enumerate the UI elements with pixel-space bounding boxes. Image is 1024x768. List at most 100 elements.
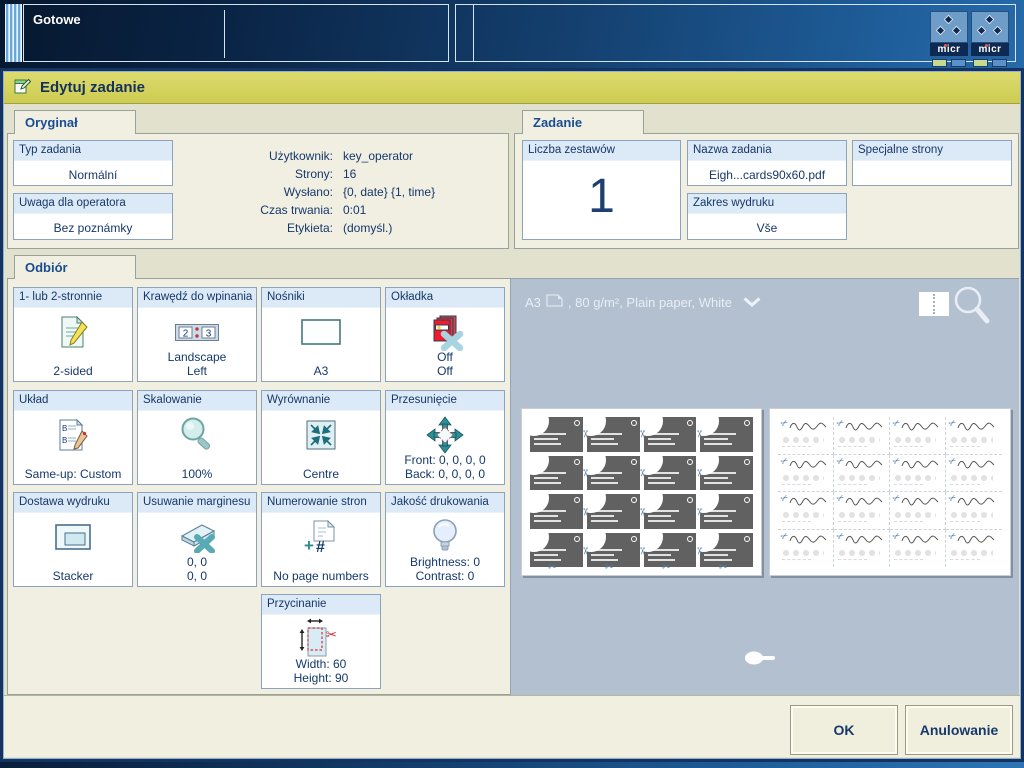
card-text-line — [648, 554, 672, 556]
tile-layout[interactable]: UkładBBSame-up: Custom — [13, 390, 133, 485]
card-text-line — [704, 433, 736, 435]
card-text-line — [704, 510, 736, 512]
card-text-line — [648, 510, 680, 512]
card-text-line — [534, 549, 566, 551]
card-text-line — [591, 477, 615, 479]
led-green-icon — [973, 59, 988, 67]
svg-text:B: B — [62, 424, 67, 433]
shift-icon — [386, 414, 504, 456]
tile-value: Front: 0, 0, 0, 0Back: 0, 0, 0, 0 — [388, 453, 502, 481]
tile-shift[interactable]: PrzesunięcieFront: 0, 0, 0, 0Back: 0, 0,… — [385, 390, 505, 485]
tile-value: 0, 00, 0 — [140, 555, 254, 583]
special-pages-value — [853, 161, 1011, 168]
tile-value: Brightness: 0Contrast: 0 — [388, 555, 502, 583]
ok-button[interactable]: OK — [790, 705, 898, 755]
status-stripes — [5, 4, 22, 62]
tile-print-quality[interactable]: Jakość drukowaniaBrightness: 0Contrast: … — [385, 492, 505, 587]
tile-two-sided[interactable]: 1- lub 2-stronnie2-sided — [13, 287, 133, 382]
card-text-line — [591, 515, 615, 517]
signature-squiggle — [844, 494, 884, 512]
tile-delivery[interactable]: Dostawa wydrukuStacker — [13, 492, 133, 587]
trim-icon: ✂ — [262, 618, 380, 660]
tile-value: Width: 60Height: 90 — [264, 657, 378, 685]
tile-value: Stacker — [16, 569, 130, 583]
tile-value: 2-sided — [16, 364, 130, 378]
info-label: Użytkownik: — [185, 147, 333, 165]
tile-value-line: Height: 90 — [264, 671, 378, 685]
card-text-line — [648, 477, 672, 479]
card-logo-icon — [574, 459, 580, 465]
tile-value-line: 0, 0 — [140, 569, 254, 583]
tile-value: Same-up: Custom — [16, 467, 130, 481]
fold-dash-line — [782, 484, 811, 485]
signature-squiggle — [844, 419, 884, 437]
tile-title: Nazwa zadania — [688, 141, 846, 161]
tile-media[interactable]: NośnikiA3 — [261, 287, 381, 382]
signature-squiggle — [900, 532, 940, 550]
business-card-back: ✂ — [834, 492, 890, 530]
card-text-line — [704, 549, 736, 551]
tile-original-1[interactable]: Uwaga dla operatoraBez poznámky — [13, 193, 173, 240]
perforation-dots — [893, 474, 936, 482]
cut-scissors-icon: ✂ — [693, 508, 703, 516]
info-row: Czas trwania:0:01 — [185, 201, 505, 219]
perforation-dots — [893, 511, 936, 519]
perforation-dots — [949, 474, 993, 482]
cut-scissors-icon: ✂ — [693, 547, 703, 555]
tile-value: 100% — [140, 467, 254, 481]
tile-title: Uwaga dla operatora — [14, 194, 172, 214]
card-text-line — [704, 520, 731, 522]
tile-set-count[interactable]: Liczba zestawów 1 — [522, 140, 681, 240]
tile-print-range[interactable]: Zakres wydruku Vše — [687, 193, 847, 240]
cancel-button[interactable]: Anulowanie — [905, 705, 1013, 755]
tile-job-name[interactable]: Nazwa zadania Eigh...cards90x60.pdf — [687, 140, 847, 186]
card-text-line — [534, 438, 558, 440]
cut-scissors-icon: ✂ — [605, 563, 613, 573]
tile-align[interactable]: WyrównanieCentre — [261, 390, 381, 485]
perforation-dots — [781, 474, 824, 482]
tile-title: Typ zadania — [14, 141, 172, 161]
tile-page-numbers[interactable]: Numerowanie stron+#No page numbers — [261, 492, 381, 587]
magnifier-icon[interactable] — [951, 285, 991, 332]
tile-special-pages[interactable]: Specjalne strony — [852, 140, 1012, 186]
micr-indicator-2[interactable]: micr — [971, 11, 1009, 67]
card-logo-icon — [744, 536, 750, 542]
card-logo-icon — [574, 536, 580, 542]
tab-original[interactable]: Oryginał — [14, 110, 136, 134]
hand-cursor-icon — [743, 649, 777, 672]
tile-cover[interactable]: OkładkaOffOff — [385, 287, 505, 382]
card-text-line — [591, 438, 615, 440]
spread-view-icon[interactable] — [919, 292, 949, 316]
svg-text:2: 2 — [183, 328, 189, 339]
card-logo-icon — [631, 536, 637, 542]
tile-binding-edge[interactable]: Krawędź do wpinania23LandscapeLeft — [137, 287, 257, 382]
micr-indicators: micr micr — [930, 11, 1009, 67]
micr-indicator-1[interactable]: micr — [930, 11, 968, 67]
tile-original-0[interactable]: Typ zadaniaNormální — [13, 140, 173, 186]
card-text-line — [591, 433, 623, 435]
card-text-line — [591, 443, 618, 445]
info-row: Użytkownik:key_operator — [185, 147, 505, 165]
tile-title: Numerowanie stron — [262, 493, 380, 513]
card-text-line — [704, 443, 731, 445]
led-green-icon — [932, 59, 947, 67]
fold-dash-line — [782, 559, 811, 560]
tile-value-line: 2-sided — [16, 364, 130, 378]
fold-dash-line — [838, 521, 867, 522]
tile-scale[interactable]: Skalowanie100% — [137, 390, 257, 485]
card-logo-icon — [687, 497, 693, 503]
tile-value-line: Width: 60 — [264, 657, 378, 671]
business-card-back: ✂ — [778, 530, 834, 568]
media-selector[interactable]: A3 , 80 g/m², Plain paper, White — [525, 294, 761, 310]
tab-job[interactable]: Zadanie — [522, 110, 644, 134]
card-text-line — [648, 559, 675, 561]
job-info-list: Użytkownik:key_operatorStrony:16Wysłano:… — [185, 147, 505, 237]
perforation-dots — [893, 549, 936, 557]
tab-output[interactable]: Odbiór — [14, 255, 136, 279]
cut-scissors-icon: ✂ — [579, 547, 589, 555]
business-card-front — [700, 456, 753, 491]
tile-value-line: Brightness: 0 — [388, 555, 502, 569]
business-card-back: ✂ — [890, 417, 946, 455]
tile-margin-erase[interactable]: Usuwanie marginesu0, 00, 0 — [137, 492, 257, 587]
tile-trim[interactable]: Przycinanie✂Width: 60Height: 90 — [261, 594, 381, 689]
